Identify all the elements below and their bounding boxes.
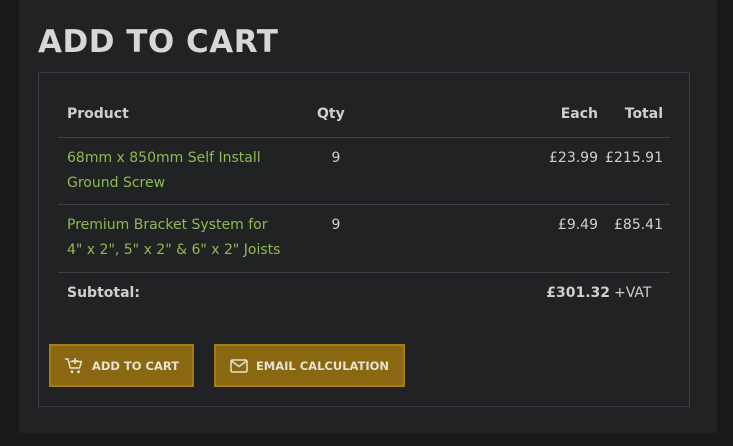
- product-link[interactable]: Premium Bracket System for: [67, 213, 267, 238]
- header-total: Total: [624, 106, 663, 122]
- table-divider: [58, 137, 670, 138]
- qty-value: 9: [331, 150, 341, 166]
- page-title: ADD TO CART: [38, 24, 279, 60]
- line-total: £215.91: [605, 150, 663, 166]
- line-total: £85.41: [614, 217, 663, 233]
- cart-plus-icon: [64, 357, 83, 373]
- table-divider: [58, 204, 670, 205]
- subtotal-value: £301.32: [546, 285, 610, 301]
- each-price: £9.49: [557, 217, 598, 233]
- subtotal-label: Subtotal:: [67, 285, 140, 301]
- product-link-line2[interactable]: 4" x 2", 5" x 2" & 6" x 2" Joists: [67, 238, 280, 263]
- email-calculation-button[interactable]: EMAIL CALCULATION: [214, 344, 405, 387]
- vat-label: +VAT: [614, 285, 652, 301]
- each-price: £23.99: [549, 150, 598, 166]
- email-calculation-label: EMAIL CALCULATION: [255, 358, 390, 373]
- product-link-line2[interactable]: Ground Screw: [67, 171, 165, 196]
- table-divider: [58, 272, 670, 273]
- qty-value: 9: [331, 217, 341, 233]
- header-each: Each: [560, 106, 598, 122]
- add-to-cart-button[interactable]: ADD TO CART: [49, 344, 194, 387]
- envelope-icon: [230, 358, 248, 373]
- product-link[interactable]: 68mm x 850mm Self Install: [67, 146, 261, 171]
- header-product: Product: [67, 106, 129, 122]
- add-to-cart-label: ADD TO CART: [91, 358, 180, 373]
- header-qty: Qty: [317, 106, 345, 122]
